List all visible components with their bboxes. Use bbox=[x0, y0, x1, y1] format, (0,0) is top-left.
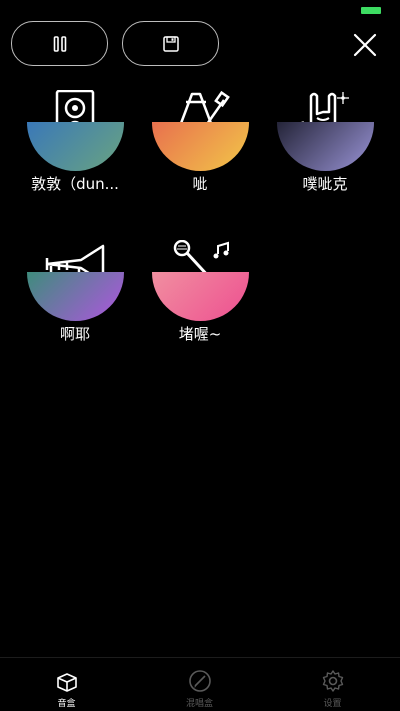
sound-item-duwo[interactable]: 堵喔~ bbox=[145, 240, 255, 370]
tab-settings[interactable]: 设置 bbox=[266, 658, 399, 711]
tab-label: 混唱盒 bbox=[185, 699, 213, 709]
sound-bowl bbox=[152, 272, 249, 321]
sound-bowl bbox=[27, 122, 124, 171]
pause-icon bbox=[53, 35, 66, 52]
sound-bowl bbox=[152, 122, 249, 171]
sound-label: 噗呲克 bbox=[302, 175, 348, 193]
pen-circle-icon bbox=[188, 670, 211, 692]
sound-label: 堵喔~ bbox=[178, 325, 222, 343]
tab-bar: 音盒 混唱盒 设置 bbox=[0, 657, 400, 711]
tab-music-box[interactable]: 音盒 bbox=[0, 658, 133, 711]
battery-indicator bbox=[361, 7, 381, 14]
sound-label: 呲 bbox=[192, 175, 208, 193]
box-icon bbox=[56, 673, 77, 692]
gear-icon bbox=[322, 670, 343, 692]
save-button[interactable] bbox=[122, 21, 219, 66]
floppy-disk-icon bbox=[162, 35, 179, 52]
sound-label: 啊耶 bbox=[59, 325, 90, 343]
sound-item-dundun[interactable]: 敦敦（dun... bbox=[20, 90, 130, 220]
sound-label: 敦敦（dun... bbox=[31, 175, 119, 193]
sound-item-aye[interactable]: 啊耶 bbox=[20, 240, 130, 370]
close-icon[interactable] bbox=[353, 33, 377, 57]
sound-bowl bbox=[27, 272, 124, 321]
sound-item-puci[interactable]: 噗呲克 bbox=[270, 90, 380, 220]
sound-bowl bbox=[277, 122, 374, 171]
sound-item-ci[interactable]: 呲 bbox=[145, 90, 255, 220]
pause-button[interactable] bbox=[11, 21, 108, 66]
tab-label: 音盒 bbox=[57, 699, 76, 709]
tab-label: 设置 bbox=[323, 699, 342, 709]
tab-mix-box[interactable]: 混唱盒 bbox=[133, 658, 266, 711]
